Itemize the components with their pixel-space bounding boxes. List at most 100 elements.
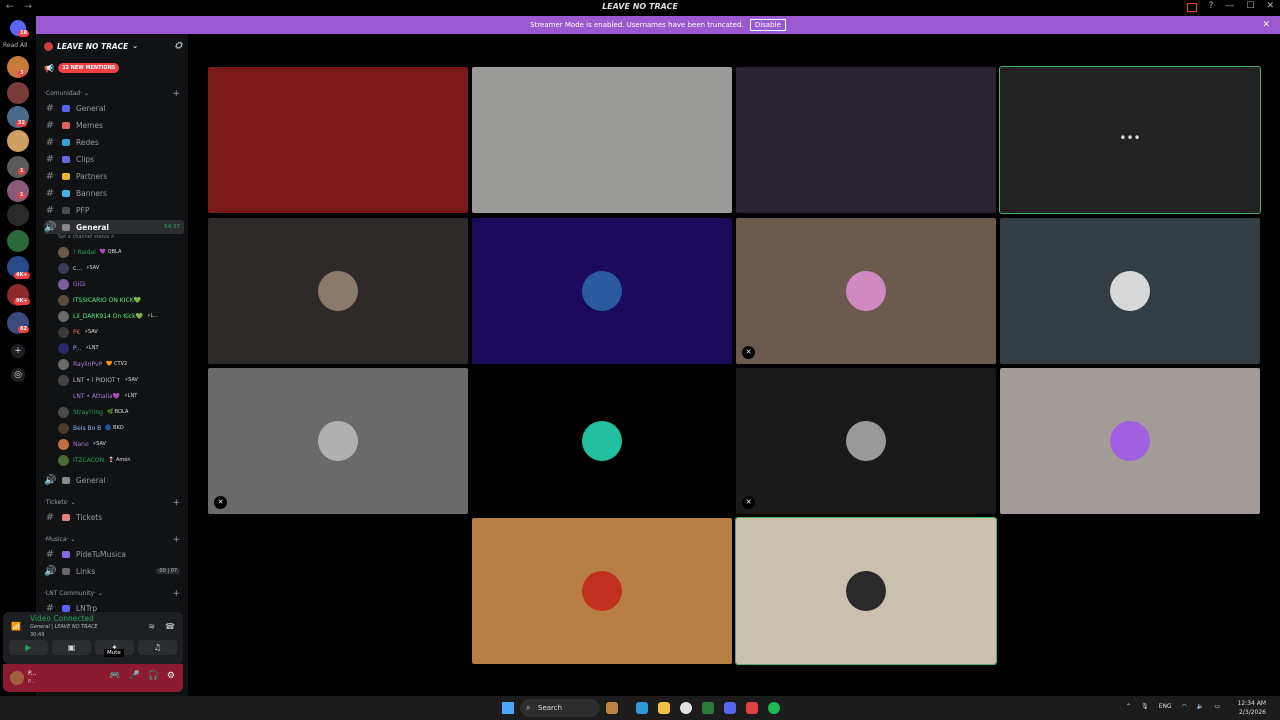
channel-tickets[interactable]: # Tickets [44, 510, 184, 524]
help-icon[interactable]: ? [1209, 1, 1214, 12]
voice-member[interactable]: ! Raidal 💜 QBLA [58, 245, 184, 259]
video-tile[interactable] [472, 368, 732, 514]
voice-member[interactable]: GiGi [58, 277, 184, 291]
voice-member[interactable]: Stray!!ing 🌿 BOLA [58, 405, 184, 419]
new-mentions-pill[interactable]: 32 NEW MENTIONS [57, 63, 120, 73]
voice-member[interactable]: P€ ⚡SAV [58, 325, 184, 339]
video-tile[interactable] [736, 67, 996, 213]
channel-pidetumusica[interactable]: # PideTuMusica [44, 547, 184, 561]
voice-member[interactable]: RaylinPvP 🧡 CTV2 [58, 357, 184, 371]
voice-channel-general-2[interactable]: 🔊 General [44, 473, 184, 487]
disable-streamer-button[interactable]: Disable [749, 19, 786, 31]
edge-icon[interactable] [636, 702, 648, 714]
clock[interactable]: 12:34 AM 2/3/2026 [1238, 699, 1266, 717]
volume-icon[interactable]: 🔈 [1197, 703, 1204, 710]
voice-member[interactable]: Lil_DARK914 On Kick💚 ⚡L... [58, 309, 184, 323]
video-tile[interactable] [1000, 368, 1260, 514]
server-icon[interactable] [7, 156, 29, 178]
inbox-icon[interactable] [1186, 3, 1197, 12]
language-indicator[interactable]: ENG [1159, 703, 1172, 710]
video-tile[interactable]: ✕ [208, 368, 468, 514]
discord-taskbar-icon[interactable] [724, 702, 736, 714]
add-channel-icon[interactable]: + [172, 535, 180, 545]
read-all-button[interactable]: Read All [3, 42, 27, 49]
chevron-up-icon[interactable]: ⌃ [1126, 703, 1131, 710]
add-channel-icon[interactable]: + [172, 589, 180, 599]
channel-general[interactable]: # General [44, 101, 184, 115]
video-tile[interactable]: ✕ [736, 218, 996, 364]
signal-icon[interactable]: 📶 [11, 622, 21, 631]
voice-channel-name[interactable]: General | LEAVE NO TRACE [30, 624, 98, 630]
close-button[interactable]: ✕ [1266, 1, 1274, 12]
video-tile[interactable] [1000, 218, 1260, 364]
taskbar-search[interactable]: ⌕ Search [520, 699, 600, 717]
voice-member[interactable]: c... ⚡SAV [58, 261, 184, 275]
server-icon[interactable] [7, 204, 29, 226]
voice-member[interactable]: P... ⚡LNT [58, 341, 184, 355]
server-icon[interactable] [7, 180, 29, 202]
voice-member[interactable]: ITZCACON 🍷 Amén [58, 453, 184, 467]
channel-redes[interactable]: # Redes [44, 135, 184, 149]
avatar[interactable] [10, 671, 24, 685]
video-tile[interactable] [472, 518, 732, 664]
channel-partners[interactable]: # Partners [44, 169, 184, 183]
disconnect-icon[interactable]: ☎ [165, 622, 175, 631]
microphone-icon[interactable]: 🎙 [1141, 703, 1149, 710]
video-tile[interactable] [208, 218, 468, 364]
category-musica[interactable]: ·Musica· ⌄ + [44, 535, 180, 545]
video-tile[interactable] [735, 517, 997, 665]
noise-suppression-icon[interactable]: ≋ [148, 622, 155, 631]
screen-share-button[interactable]: ▣ [52, 640, 91, 655]
widgets-icon[interactable] [606, 702, 618, 714]
server-icon[interactable] [7, 82, 29, 104]
channel-clips[interactable]: # Clips [44, 152, 184, 166]
spotify-icon[interactable] [768, 702, 780, 714]
file-explorer-icon[interactable] [658, 702, 670, 714]
wifi-icon[interactable]: ◠ [1182, 703, 1187, 710]
gamepad-icon[interactable]: 🎮 [109, 671, 120, 681]
windows-start-icon[interactable] [502, 702, 514, 714]
maximize-button[interactable]: ☐ [1246, 1, 1254, 12]
add-channel-icon[interactable]: + [172, 498, 180, 508]
video-tile[interactable] [208, 67, 468, 213]
channel-status-prompt[interactable]: Set a channel status ✐ [58, 234, 115, 240]
add-channel-icon[interactable]: + [172, 89, 180, 99]
server-icon[interactable] [7, 130, 29, 152]
category-tickets[interactable]: ·Tickets· ⌄ + [44, 498, 180, 508]
category-comunidad[interactable]: ·Comunidad· ⌄ + [44, 89, 180, 99]
soundboard-button[interactable]: ♫ [138, 640, 177, 655]
voice-channel-general[interactable]: 🔊 General 54:37 [44, 220, 184, 234]
add-server-icon[interactable]: + [11, 344, 25, 358]
guild-header[interactable]: LEAVE NO TRACE ⌄ ⛭ [36, 34, 188, 58]
chrome-icon[interactable] [680, 702, 692, 714]
voice-member[interactable]: LNT • Athalia💜 ⚡LNT [58, 389, 184, 403]
video-tile[interactable]: ••• [999, 66, 1261, 214]
voice-timer: 54:37 [164, 224, 180, 230]
xbox-icon[interactable] [702, 702, 714, 714]
video-tile[interactable] [472, 218, 732, 364]
invite-icon[interactable]: ⛭ [175, 41, 182, 51]
voice-member[interactable]: Beis Bo B 🌀 BKD [58, 421, 184, 435]
gear-icon[interactable]: ⚙ [167, 671, 175, 681]
video-tile[interactable]: ✕ [736, 368, 996, 514]
headphones-icon[interactable]: 🎧 [148, 671, 159, 681]
microphone-icon[interactable]: 🎤 [128, 671, 139, 681]
app-icon[interactable] [746, 702, 758, 714]
channel-pfp[interactable]: # PFP [44, 203, 184, 217]
announce-icon: 📢 [44, 63, 54, 73]
banner-close-icon[interactable]: ✕ [1262, 16, 1270, 34]
channel-links[interactable]: 🔊 Links 00 | 07 [44, 564, 184, 578]
channel-banners[interactable]: # Banners [44, 186, 184, 200]
minimize-button[interactable]: — [1225, 1, 1234, 12]
more-icon[interactable]: ••• [1000, 131, 1260, 145]
voice-member[interactable]: ITSSICARIO ON KICK💚 [58, 293, 184, 307]
category-lnt-community[interactable]: ·LNT Community· ⌄ + [44, 589, 180, 599]
server-icon[interactable] [7, 230, 29, 252]
video-tile[interactable] [472, 67, 732, 213]
camera-button[interactable]: ▶ [9, 640, 48, 655]
battery-icon[interactable]: ▭ [1214, 703, 1220, 710]
discover-icon[interactable]: ◎ [11, 368, 25, 382]
voice-member[interactable]: LNT • l PIDIOT↑ ⚡SAV [58, 373, 184, 387]
voice-member[interactable]: Nano ⚡SAV [58, 437, 184, 451]
channel-memes[interactable]: # Memes [44, 118, 184, 132]
